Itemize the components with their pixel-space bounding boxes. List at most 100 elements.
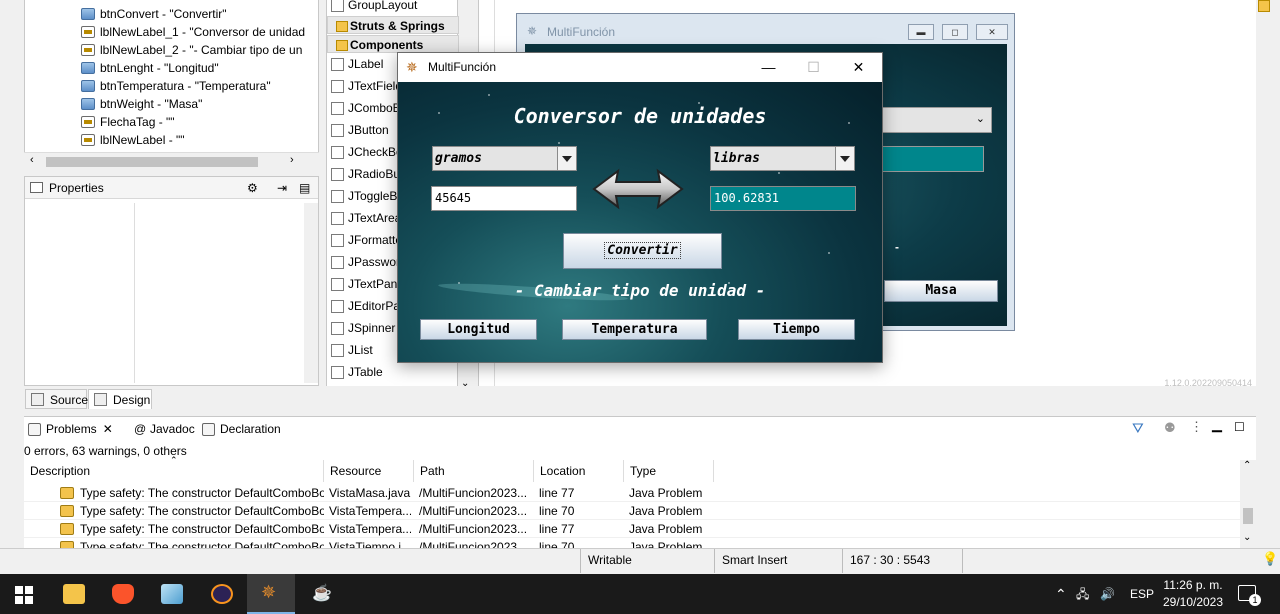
scroll-down-icon[interactable]: ⌄ [1243, 532, 1251, 543]
lightbulb-icon[interactable]: 💡 [1262, 551, 1278, 567]
tree-item-label: btnLenght - "Longitud" [100, 61, 219, 75]
tree-item[interactable]: btnConvert - "Convertir" [81, 5, 321, 23]
palette-item-label: GroupLayout [348, 0, 418, 12]
chevron-down-icon[interactable] [557, 147, 576, 170]
window-titlebar[interactable]: ✵ MultiFunción — ☐ ✕ [398, 53, 882, 82]
button-icon [81, 80, 95, 92]
scroll-up-icon[interactable]: ⌃ [1243, 460, 1251, 471]
tab-javadoc[interactable]: @ Javadoc [128, 417, 195, 441]
taskbar-eclipse[interactable] [198, 574, 246, 614]
goto-definition-icon[interactable]: ⇥ [277, 177, 287, 199]
folder-icon [63, 584, 85, 604]
language-indicator[interactable]: ESP [1130, 574, 1154, 614]
convert-local-icon[interactable]: ▤ [299, 177, 310, 199]
volume-icon[interactable]: 🔊 [1100, 574, 1115, 614]
palette-item-grouplayout[interactable]: GroupLayout [331, 0, 453, 16]
button-icon [81, 62, 95, 74]
tab-design[interactable]: Design [88, 389, 152, 409]
app-icon: ✵ [406, 59, 418, 75]
chevron-down-icon: ⌄ [975, 113, 985, 125]
group-icon[interactable]: ⚉ [1164, 420, 1176, 436]
declaration-icon [202, 423, 215, 436]
tab-problems[interactable]: Problems ✕ [24, 417, 113, 441]
app-icon: ✵ [261, 582, 277, 602]
javadoc-icon: @ [134, 422, 147, 436]
tab-source[interactable]: Source [25, 389, 88, 409]
warning-icon [60, 487, 74, 499]
label-icon [81, 26, 95, 38]
outline-tree: btnConvert - "Convertir" lblNewLabel_1 -… [24, 0, 344, 170]
scroll-right-icon[interactable]: › [290, 154, 294, 166]
scroll-thumb[interactable] [1243, 508, 1253, 524]
start-button[interactable] [0, 574, 48, 614]
status-insert-mode: Smart Insert [714, 549, 842, 573]
cell-description: Type safety: The constructor DefaultComb… [60, 484, 324, 502]
palette-category-struts-springs[interactable]: Struts & Springs [327, 16, 459, 34]
cell-resource: VistaTempera... [329, 504, 411, 518]
tree-item[interactable]: btnLenght - "Longitud" [81, 59, 321, 77]
clock-time: 11:26 p. m. [1163, 578, 1223, 592]
tree-item[interactable]: FlechaTag - "" [81, 113, 321, 131]
preview-dash: - [895, 240, 899, 254]
scroll-left-icon[interactable]: ‹ [30, 154, 34, 166]
close-icon[interactable]: ✕ [103, 422, 113, 436]
taskbar-java[interactable]: ☕ [297, 574, 345, 614]
tree-item[interactable]: lblNewLabel - "" [81, 131, 321, 149]
maximize-button[interactable]: ☐ [791, 53, 836, 82]
tree-item[interactable]: lblNewLabel_2 - "- Cambiar tipo de un [81, 41, 321, 59]
input-value-field[interactable]: 45645 [431, 186, 577, 211]
tree-horizontal-scrollbar[interactable]: ‹ › [24, 152, 319, 170]
scroll-thumb[interactable] [46, 157, 258, 167]
tab-declaration[interactable]: Declaration [198, 417, 281, 441]
convert-button[interactable]: Convertir [563, 233, 722, 269]
column-resource[interactable]: Resource [324, 460, 414, 482]
time-button[interactable]: Tiempo [738, 319, 855, 340]
label-icon [81, 116, 95, 128]
design-icon [94, 393, 107, 406]
window-title: MultiFunción [428, 60, 497, 74]
to-unit-combo[interactable]: libras [710, 146, 855, 171]
tree-item[interactable]: btnTemperatura - "Temperatura" [81, 77, 321, 95]
cell-description: Type safety: The constructor DefaultComb… [60, 520, 324, 538]
network-icon[interactable]: 🖧 [1076, 574, 1089, 614]
close-button[interactable]: ✕ [836, 53, 881, 82]
component-icon [331, 102, 344, 115]
problems-scrollbar[interactable]: ⌃ ⌄ [1240, 460, 1256, 549]
properties-icon [30, 182, 43, 193]
minimize-button[interactable]: — [746, 53, 791, 82]
notification-center-icon[interactable]: 1 [1238, 585, 1261, 606]
taskbar-notepad[interactable] [148, 574, 196, 614]
length-button[interactable]: Longitud [420, 319, 537, 340]
palette-category-components[interactable]: Components [327, 35, 459, 53]
tab-label: Javadoc [150, 422, 195, 436]
from-unit-combo[interactable]: gramos [432, 146, 577, 171]
cell-text: Type safety: The constructor DefaultComb… [80, 504, 324, 518]
column-path[interactable]: Path [414, 460, 534, 482]
temperature-button[interactable]: Temperatura [562, 319, 707, 340]
tree-item[interactable]: btnWeight - "Masa" [81, 95, 321, 113]
view-menu-icon[interactable]: ⋮ [1190, 419, 1203, 435]
palette-item-label: JButton [348, 123, 389, 137]
taskbar-multifuncion[interactable]: ✵ [247, 574, 295, 614]
clock[interactable]: 11:26 p. m. 29/10/2023 [1160, 577, 1226, 611]
show-events-icon[interactable]: ⚙ [247, 177, 258, 199]
taskbar-brave[interactable] [99, 574, 147, 614]
output-value-field[interactable]: 100.62831 [710, 186, 856, 211]
show-hidden-icons-icon[interactable]: ⌃ [1055, 574, 1067, 614]
chevron-down-icon[interactable] [835, 147, 854, 170]
taskbar-file-explorer[interactable] [50, 574, 98, 614]
minimize-view-icon[interactable]: ▁ [1212, 417, 1222, 433]
palette-item-label: JList [348, 343, 373, 357]
maximize-view-icon[interactable]: ☐ [1234, 420, 1245, 434]
cell-text: Type safety: The constructor DefaultComb… [80, 522, 324, 536]
palette-item-label: JTextPane [348, 277, 405, 291]
palette-item-jtable[interactable]: JTable [331, 361, 453, 383]
cell-location: line 70 [539, 504, 575, 518]
palette-item-label: JTextArea [348, 211, 402, 225]
properties-scrollbar[interactable] [304, 203, 318, 383]
tree-item[interactable]: lblNewLabel_1 - "Conversor de unidad [81, 23, 321, 41]
filter-icon[interactable]: ⛛ [1132, 420, 1144, 437]
brave-icon [112, 584, 134, 604]
column-type[interactable]: Type [624, 460, 714, 482]
column-location[interactable]: Location [534, 460, 624, 482]
